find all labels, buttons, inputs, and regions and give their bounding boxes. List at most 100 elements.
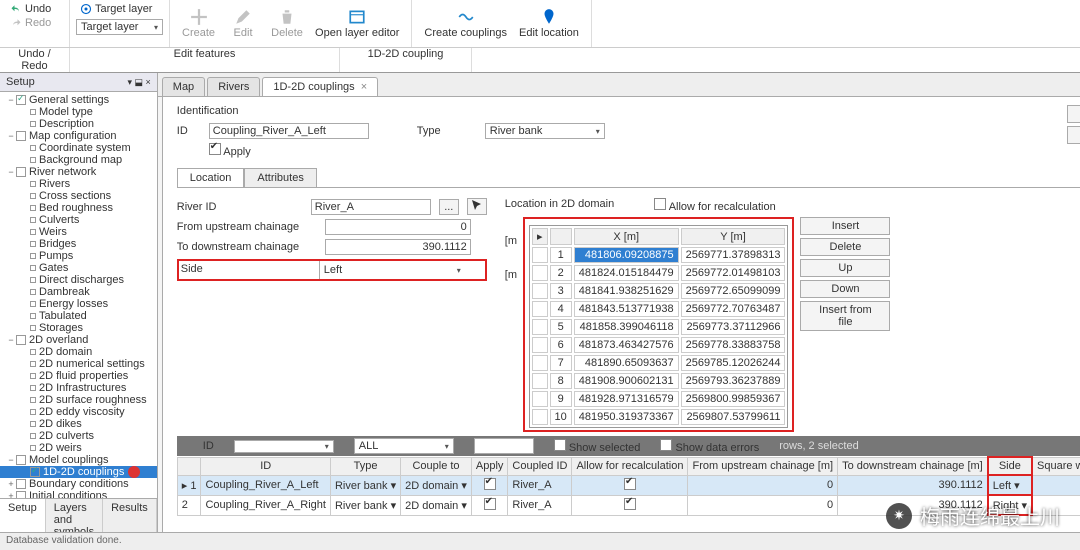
coord-row[interactable]: 5481858.3990461182569773.37112966	[532, 319, 785, 335]
tree-item[interactable]: −Model couplings	[0, 454, 157, 466]
river-id-label: River ID	[177, 201, 303, 213]
target-layer-dropdown[interactable]: Target layer	[76, 19, 163, 35]
coord-row[interactable]: 10481950.3193733672569807.53799611	[532, 409, 785, 425]
tab-couplings[interactable]: 1D-2D couplings×	[262, 77, 378, 96]
grid-row[interactable]: ▸ 1Coupling_River_A_LeftRiver bank ▾2D d…	[177, 475, 1080, 495]
coord-row[interactable]: 2481824.0151844792569772.01498103	[532, 265, 785, 281]
setup-tree[interactable]: −General settingsModel typeDescription−M…	[0, 92, 157, 498]
tree-item[interactable]: Tabulated	[0, 310, 157, 322]
apply-checkbox[interactable]: Apply	[209, 143, 251, 158]
id-label: ID	[177, 125, 201, 137]
edit-location-button[interactable]: Edit location	[513, 2, 585, 45]
pick-button[interactable]	[467, 198, 487, 215]
tree-item[interactable]: Direct discharges	[0, 274, 157, 286]
tree-item[interactable]: −Map configuration	[0, 130, 157, 142]
tree-item[interactable]: 2D domain	[0, 346, 157, 358]
from-chainage-input[interactable]	[325, 219, 471, 235]
side-dropdown[interactable]: Left	[319, 261, 465, 279]
tab-map[interactable]: Map	[162, 77, 205, 96]
show-selected-checkbox[interactable]: Show selected	[554, 439, 641, 454]
tree-item[interactable]: Culverts	[0, 214, 157, 226]
close-icon[interactable]: ×	[361, 81, 367, 93]
tree-item[interactable]: Energy losses	[0, 298, 157, 310]
tree-item[interactable]: 2D numerical settings	[0, 358, 157, 370]
coord-insert-from-file-button[interactable]: Insert from file	[800, 301, 890, 331]
grid-search[interactable]	[474, 438, 534, 454]
tree-item[interactable]: 2D surface roughness	[0, 394, 157, 406]
coord-table[interactable]: ▸X [m]Y [m]1481806.092088752569771.37898…	[529, 225, 788, 428]
coord-table-highlight: ▸X [m]Y [m]1481806.092088752569771.37898…	[523, 217, 794, 432]
tree-item[interactable]: Dambreak	[0, 286, 157, 298]
identification-title: Identification	[177, 105, 1080, 117]
watermark: ✷ 梅雨连绵最上川	[886, 501, 1060, 530]
pin-icon[interactable]: ▾ ⬓ ×	[128, 77, 151, 88]
tree-item[interactable]: +Initial conditions	[0, 490, 157, 498]
tree-item[interactable]: Background map	[0, 154, 157, 166]
tree-item[interactable]: Bridges	[0, 238, 157, 250]
open-layer-editor-button[interactable]: Open layer editor	[309, 2, 405, 45]
unit-x: [m	[505, 235, 517, 247]
tree-item[interactable]: +Boundary conditions	[0, 478, 157, 490]
edit-button[interactable]: Edit	[221, 2, 265, 45]
side-label: Side	[179, 261, 319, 279]
tree-item[interactable]: 2D fluid properties	[0, 370, 157, 382]
coord-delete-button[interactable]: Delete	[800, 238, 890, 256]
river-id-input[interactable]	[311, 199, 431, 215]
coord-row[interactable]: 6481873.4634275762569778.33883758	[532, 337, 785, 353]
coord-row[interactable]: 3481841.9382516292569772.65099099	[532, 283, 785, 299]
location-2d-label: Location in 2D domain	[505, 198, 614, 213]
tree-item[interactable]: 2D weirs	[0, 442, 157, 454]
unit-y: [m	[505, 269, 517, 281]
delete-icon	[278, 8, 296, 26]
status-bar: Database validation done.	[0, 532, 1080, 550]
coord-up-button[interactable]: Up	[800, 259, 890, 277]
browse-button[interactable]: ...	[439, 199, 459, 215]
delete-button[interactable]: Delete	[1067, 126, 1080, 144]
create-button[interactable]: Create	[176, 2, 221, 45]
inner-tabs: Location Attributes	[177, 168, 1080, 188]
show-errors-checkbox[interactable]: Show data errors	[660, 439, 759, 454]
undo-button[interactable]: Undo	[6, 2, 63, 16]
tree-item[interactable]: Pumps	[0, 250, 157, 262]
to-chainage-input[interactable]	[325, 239, 471, 255]
tree-item[interactable]: Storages	[0, 322, 157, 334]
type-dropdown[interactable]: River bank	[485, 123, 605, 139]
create-couplings-button[interactable]: Create couplings	[418, 2, 513, 45]
ribbon-toolbar: Undo Redo Target layer Target layer Crea…	[0, 0, 1080, 48]
tree-item[interactable]: Bed roughness	[0, 202, 157, 214]
tree-item[interactable]: −2D overland	[0, 334, 157, 346]
tree-item[interactable]: Description	[0, 118, 157, 130]
tree-item[interactable]: 2D dikes	[0, 418, 157, 430]
tree-item[interactable]: Gates	[0, 262, 157, 274]
tree-item[interactable]: Cross sections	[0, 190, 157, 202]
content-area: Map Rivers 1D-2D couplings× ▾ Identifica…	[158, 73, 1080, 541]
tree-item[interactable]: 1D-2D couplings	[0, 466, 157, 478]
allow-recalc-checkbox[interactable]: Allow for recalculation	[654, 198, 775, 213]
tree-item[interactable]: 2D Infrastructures	[0, 382, 157, 394]
tree-item[interactable]: 2D culverts	[0, 430, 157, 442]
coord-insert-button[interactable]: Insert	[800, 217, 890, 235]
coord-row[interactable]: 4481843.5137719382569772.70763487	[532, 301, 785, 317]
tab-location[interactable]: Location	[177, 168, 245, 187]
tree-item[interactable]: Coordinate system	[0, 142, 157, 154]
tab-attributes[interactable]: Attributes	[244, 168, 316, 187]
grid-filter-id[interactable]	[234, 440, 334, 453]
coord-row[interactable]: 9481928.9713165792569800.99859367	[532, 391, 785, 407]
grid-filter-all[interactable]: ALL	[354, 438, 454, 454]
tree-item[interactable]: Rivers	[0, 178, 157, 190]
coord-row[interactable]: 8481908.9006021312569793.36237889	[532, 373, 785, 389]
couplings-icon	[457, 8, 475, 26]
tree-item[interactable]: Model type	[0, 106, 157, 118]
coord-row[interactable]: 1481806.092088752569771.37898313	[532, 247, 785, 263]
coord-down-button[interactable]: Down	[800, 280, 890, 298]
tab-rivers[interactable]: Rivers	[207, 77, 260, 96]
tree-item[interactable]: −River network	[0, 166, 157, 178]
tree-item[interactable]: −General settings	[0, 94, 157, 106]
tree-item[interactable]: Weirs	[0, 226, 157, 238]
redo-button[interactable]: Redo	[6, 16, 63, 30]
coord-row[interactable]: 7481890.650936372569785.12026244	[532, 355, 785, 371]
tree-item[interactable]: 2D eddy viscosity	[0, 406, 157, 418]
insert-button[interactable]: Insert	[1067, 105, 1080, 123]
id-input[interactable]	[209, 123, 369, 139]
delete-button[interactable]: Delete	[265, 2, 309, 45]
